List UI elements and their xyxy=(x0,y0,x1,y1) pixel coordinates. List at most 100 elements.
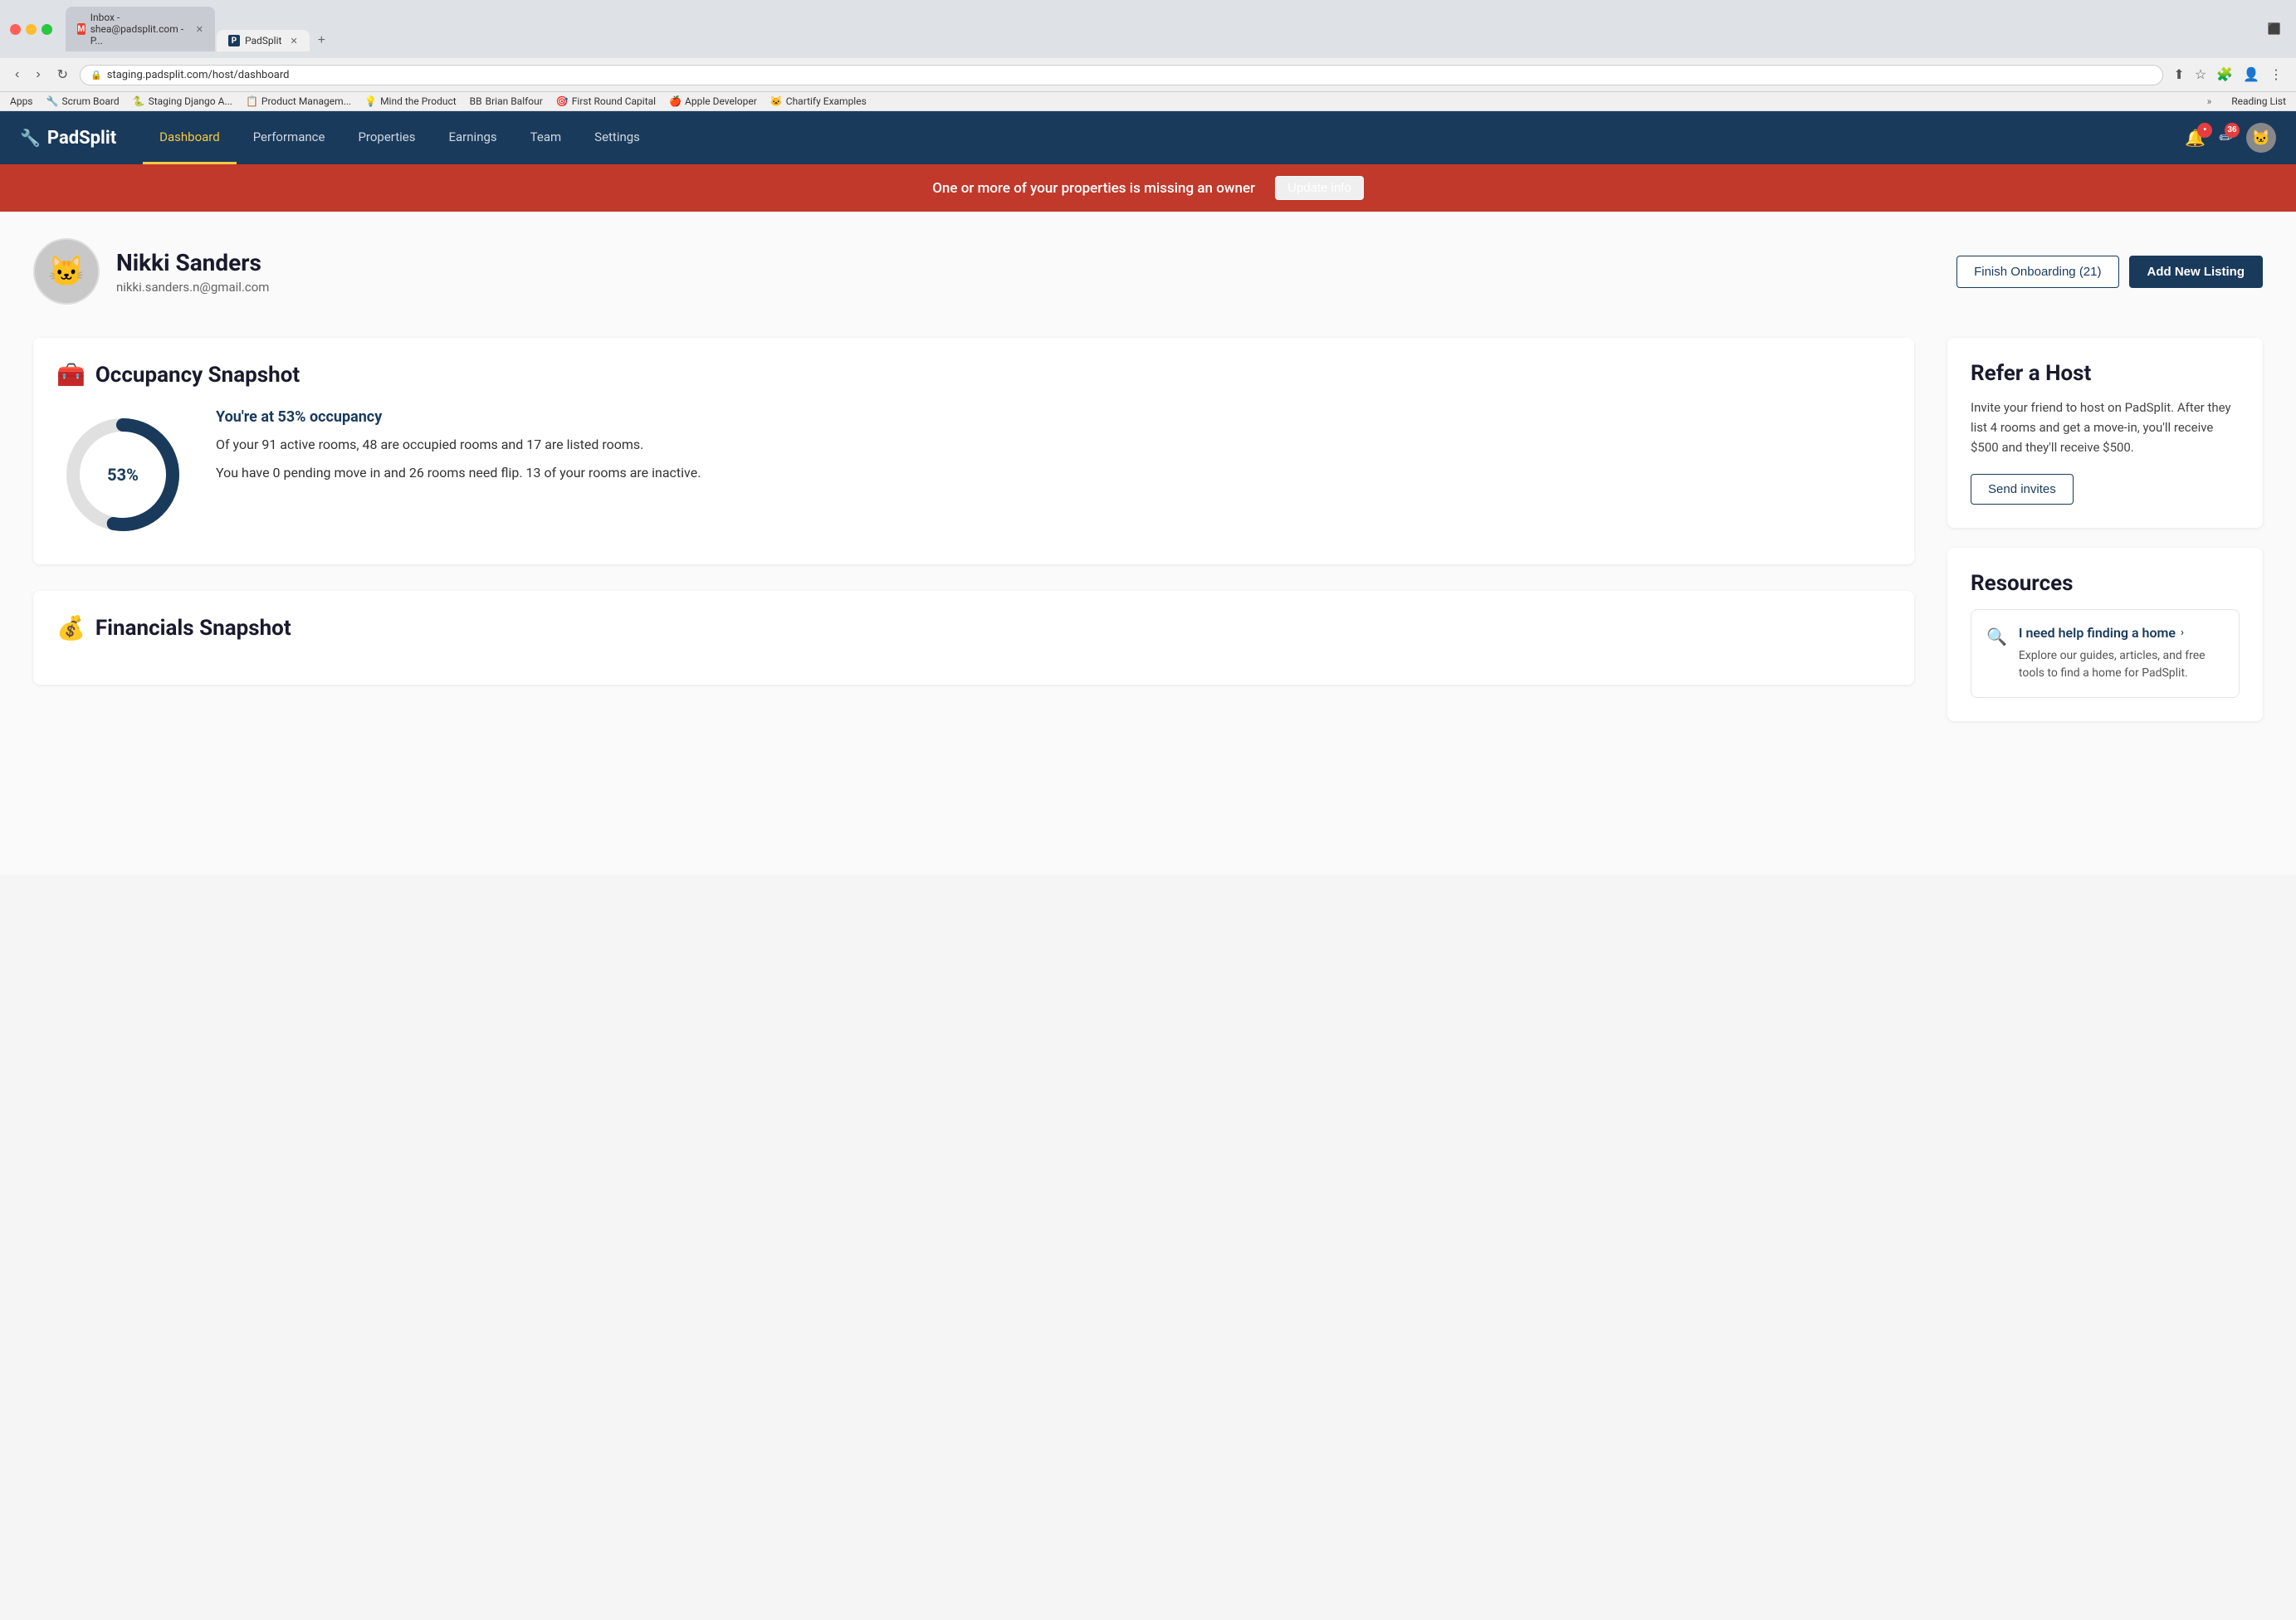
bookmark-scrum-label: Scrum Board xyxy=(61,95,119,107)
bookmark-product-label: Product Managem... xyxy=(261,95,351,107)
financials-title: Financials Snapshot xyxy=(95,616,291,641)
toolbar-actions: ⬆ ☆ 🧩 👤 ⋮ xyxy=(2170,63,2286,86)
nav-link-dashboard[interactable]: Dashboard xyxy=(143,111,237,164)
bookmark-chartify-label: Chartify Examples xyxy=(786,95,867,107)
occupancy-icon: 🧰 xyxy=(56,361,85,388)
maximize-window-button[interactable] xyxy=(42,24,52,35)
forward-button[interactable]: › xyxy=(31,65,45,85)
browser-titlebar: M Inbox - shea@padsplit.com - P... ✕ P P… xyxy=(0,0,2296,58)
bookmark-mind-label: Mind the Product xyxy=(380,95,457,107)
donut-percent-label: 53% xyxy=(107,465,139,485)
profile-actions: Finish Onboarding (21) Add New Listing xyxy=(1956,256,2263,288)
address-bar[interactable]: 🔒 staging.padsplit.com/host/dashboard xyxy=(80,65,2163,85)
bookmark-apps[interactable]: Apps xyxy=(10,95,33,107)
nav-logo[interactable]: 🔧 PadSplit xyxy=(20,128,116,149)
occupancy-text: You're at 53% occupancy Of your 91 activ… xyxy=(216,408,1891,483)
profile-avatar-image: 🐱 xyxy=(48,254,85,289)
edit-badge: 36 xyxy=(2225,123,2240,138)
nav-link-performance[interactable]: Performance xyxy=(237,111,342,164)
tab-padsplit-label: PadSplit xyxy=(245,35,281,46)
bookmark-icon[interactable]: ☆ xyxy=(2191,63,2210,86)
window-minimize-icon[interactable]: ⬛ xyxy=(2263,20,2286,38)
profile-left: 🐱 Nikki Sanders nikki.sanders.n@gmail.co… xyxy=(33,238,269,305)
resources-card: Resources 🔍 I need help finding a home ›… xyxy=(1947,548,2263,721)
more-options-icon[interactable]: ⋮ xyxy=(2266,63,2286,86)
bookmark-apple[interactable]: 🍎 Apple Developer xyxy=(669,95,757,107)
address-text: staging.padsplit.com/host/dashboard xyxy=(107,69,290,81)
padsplit-logo-text: PadSplit xyxy=(47,128,116,149)
occupancy-donut: 53% xyxy=(56,408,189,541)
profile-section: 🐱 Nikki Sanders nikki.sanders.n@gmail.co… xyxy=(33,238,2263,305)
nav-link-earnings[interactable]: Earnings xyxy=(432,111,514,164)
bookmark-brian[interactable]: BB Brian Balfour xyxy=(470,95,543,107)
resource-link-label: I need help finding a home xyxy=(2019,625,2176,641)
browser-tabs: M Inbox - shea@padsplit.com - P... ✕ P P… xyxy=(66,7,332,51)
bookmark-chartify[interactable]: 🐱 Chartify Examples xyxy=(770,95,867,107)
resources-title: Resources xyxy=(1971,571,2240,596)
bookmark-apple-label: Apple Developer xyxy=(685,95,757,107)
refer-card: Refer a Host Invite your friend to host … xyxy=(1947,338,2263,528)
extensions-icon[interactable]: 🧩 xyxy=(2213,63,2236,86)
main-content: 🐱 Nikki Sanders nikki.sanders.n@gmail.co… xyxy=(0,212,2296,876)
bookmark-mind[interactable]: 💡 Mind the Product xyxy=(364,95,457,107)
reload-button[interactable]: ↻ xyxy=(52,64,73,85)
col-right: Refer a Host Invite your friend to host … xyxy=(1947,338,2263,721)
share-icon[interactable]: ⬆ xyxy=(2170,63,2187,86)
alert-banner: One or more of your properties is missin… xyxy=(0,164,2296,212)
tab-padsplit-close[interactable]: ✕ xyxy=(290,36,297,46)
occupancy-header: 🧰 Occupancy Snapshot xyxy=(56,361,1891,388)
chevron-right-icon: › xyxy=(2181,627,2184,639)
resource-item: 🔍 I need help finding a home › Explore o… xyxy=(1971,609,2240,698)
occupancy-headline: You're at 53% occupancy xyxy=(216,408,1891,426)
bookmark-firstround[interactable]: 🎯 First Round Capital xyxy=(556,95,656,107)
add-new-listing-button[interactable]: Add New Listing xyxy=(2129,256,2264,288)
browser-toolbar: ‹ › ↻ 🔒 staging.padsplit.com/host/dashbo… xyxy=(0,58,2296,92)
close-window-button[interactable] xyxy=(10,24,21,35)
reading-list-label[interactable]: Reading List xyxy=(2231,95,2286,107)
avatar-image: 🐱 xyxy=(2252,129,2270,147)
app-nav: 🔧 PadSplit Dashboard Performance Propert… xyxy=(0,111,2296,164)
tab-padsplit[interactable]: P PadSplit ✕ xyxy=(217,30,310,51)
financials-card: 💰 Financials Snapshot xyxy=(33,591,1914,685)
update-info-button[interactable]: Update info xyxy=(1275,176,1364,200)
occupancy-content: 53% You're at 53% occupancy Of your 91 a… xyxy=(56,408,1891,541)
new-tab-button[interactable]: + xyxy=(311,30,332,51)
nav-actions: 🔔 • ✏ 36 🐱 xyxy=(2185,123,2276,153)
occupancy-detail-1: Of your 91 active rooms, 48 are occupied… xyxy=(216,434,1891,456)
alert-text: One or more of your properties is missin… xyxy=(932,180,1255,197)
nav-link-settings[interactable]: Settings xyxy=(578,111,657,164)
profile-icon[interactable]: 👤 xyxy=(2240,63,2263,86)
financials-icon: 💰 xyxy=(56,614,85,642)
bookmarks-more[interactable]: » xyxy=(2207,95,2212,107)
resource-search-icon: 🔍 xyxy=(1986,627,2007,647)
bookmark-brian-label: Brian Balfour xyxy=(486,95,543,107)
nav-links: Dashboard Performance Properties Earning… xyxy=(143,111,2185,164)
notifications-button[interactable]: 🔔 • xyxy=(2185,128,2206,149)
minimize-window-button[interactable] xyxy=(26,24,37,35)
bookmark-apps-label: Apps xyxy=(10,95,33,107)
user-avatar[interactable]: 🐱 xyxy=(2246,123,2276,153)
bookmark-product[interactable]: 📋 Product Managem... xyxy=(246,95,351,107)
occupancy-detail-2: You have 0 pending move in and 26 rooms … xyxy=(216,462,1891,484)
bookmark-django[interactable]: 🐍 Staging Django A... xyxy=(133,95,232,107)
bookmarks-bar: Apps 🔧 Scrum Board 🐍 Staging Django A...… xyxy=(0,92,2296,111)
send-invites-button[interactable]: Send invites xyxy=(1971,474,2074,505)
tab-gmail[interactable]: M Inbox - shea@padsplit.com - P... ✕ xyxy=(66,7,215,51)
refer-text: Invite your friend to host on PadSplit. … xyxy=(1971,398,2240,457)
bookmark-scrum[interactable]: 🔧 Scrum Board xyxy=(46,95,120,107)
nav-link-properties[interactable]: Properties xyxy=(341,111,432,164)
financials-header: 💰 Financials Snapshot xyxy=(56,614,1891,642)
browser-chrome: M Inbox - shea@padsplit.com - P... ✕ P P… xyxy=(0,0,2296,111)
nav-link-team[interactable]: Team xyxy=(514,111,579,164)
resource-content: I need help finding a home › Explore our… xyxy=(2019,625,2224,682)
resource-link[interactable]: I need help finding a home › xyxy=(2019,625,2224,641)
tab-gmail-close[interactable]: ✕ xyxy=(196,24,203,35)
app-wrapper: 🔧 PadSplit Dashboard Performance Propert… xyxy=(0,111,2296,876)
back-button[interactable]: ‹ xyxy=(10,65,24,85)
traffic-lights xyxy=(10,24,52,35)
tab-gmail-label: Inbox - shea@padsplit.com - P... xyxy=(90,12,188,46)
resource-description: Explore our guides, articles, and free t… xyxy=(2019,647,2224,682)
finish-onboarding-button[interactable]: Finish Onboarding (21) xyxy=(1956,256,2118,288)
notification-badge: • xyxy=(2197,123,2212,138)
edit-button[interactable]: ✏ 36 xyxy=(2219,128,2233,149)
